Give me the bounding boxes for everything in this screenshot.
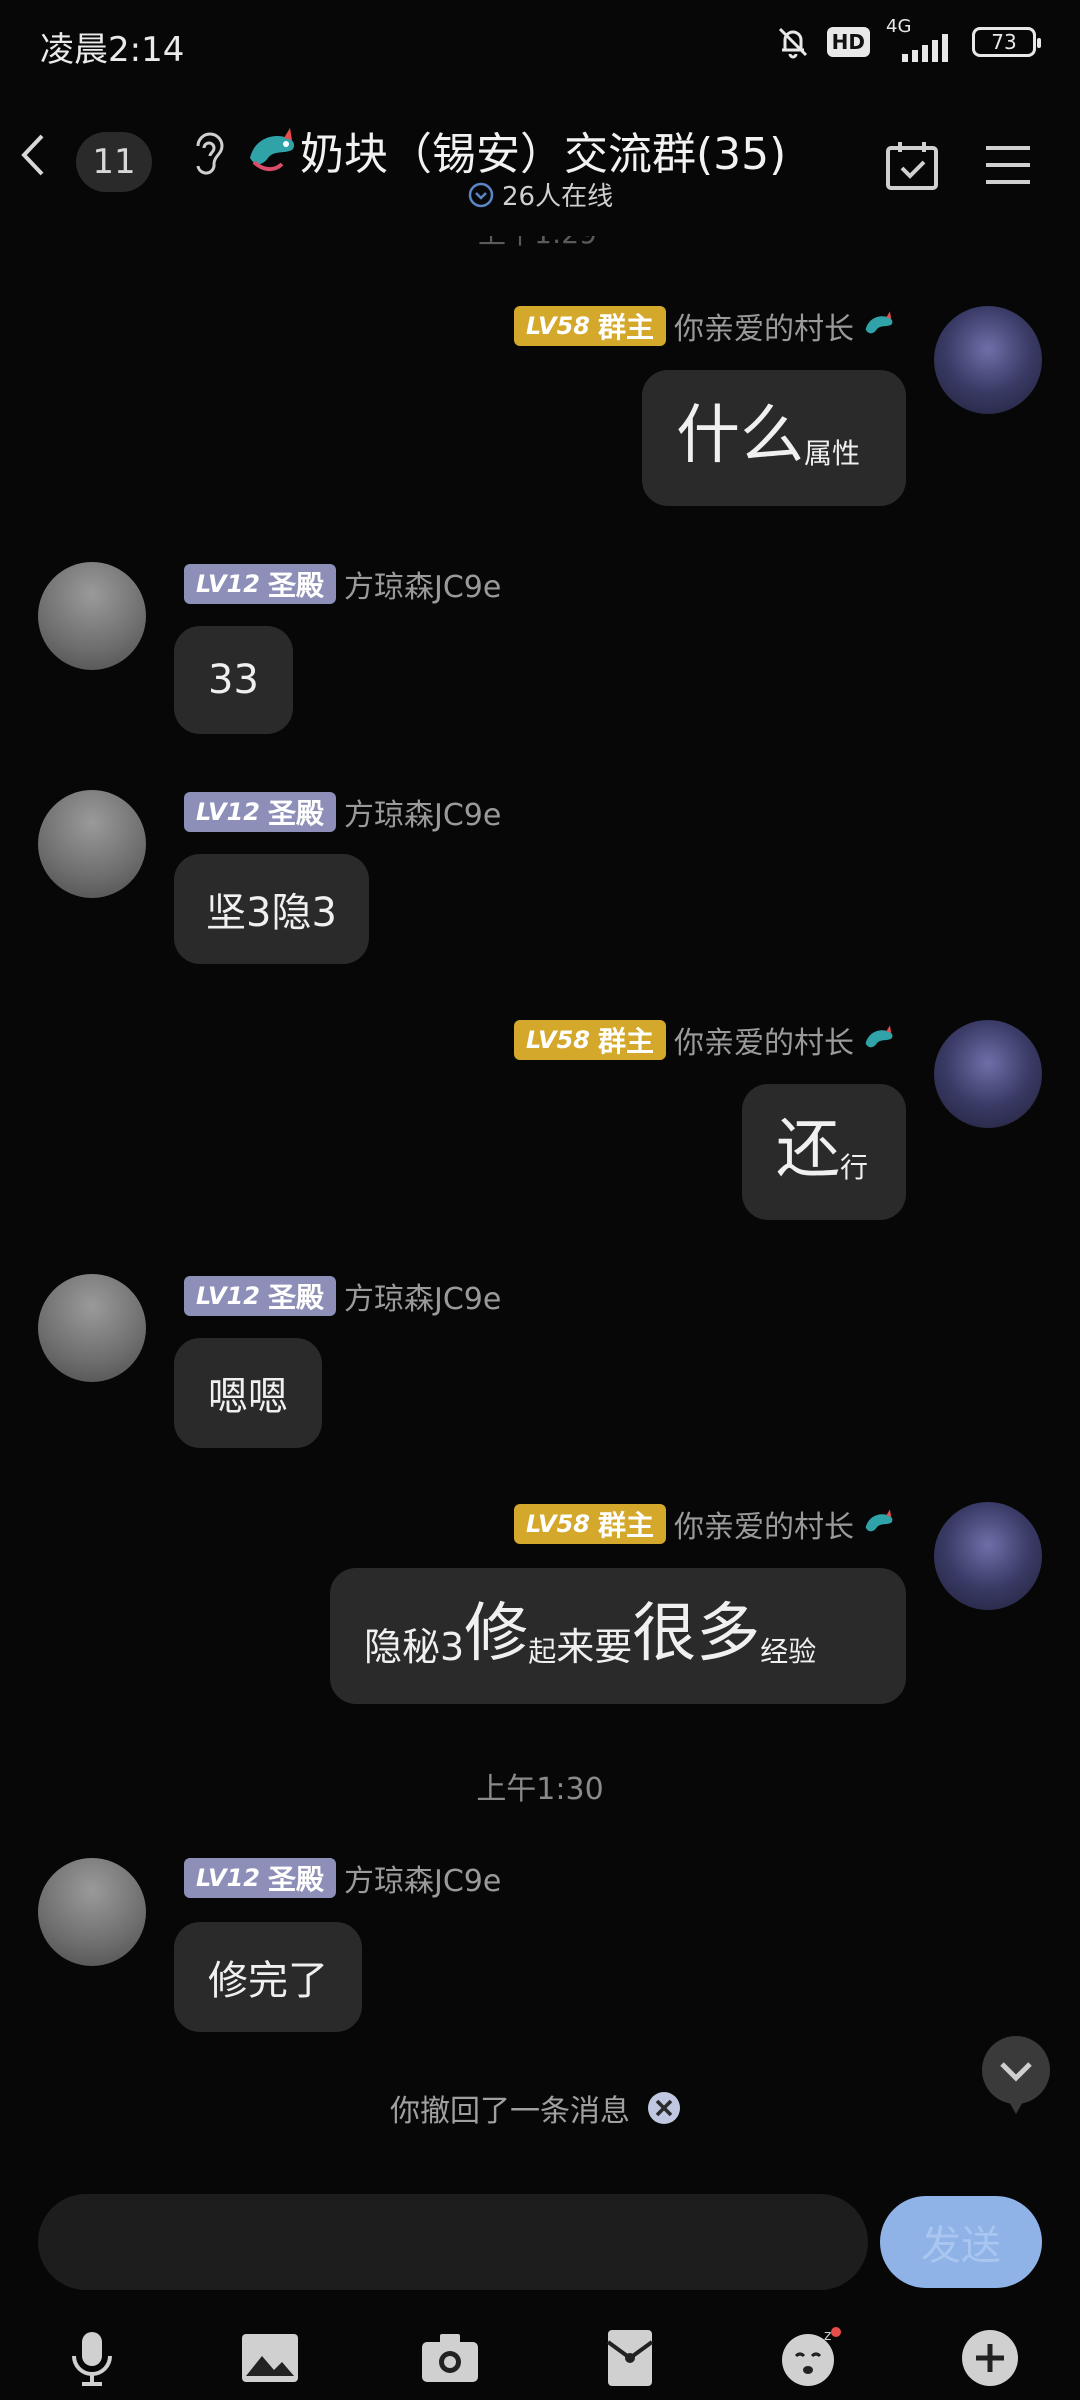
calendar-check-icon[interactable] — [884, 138, 940, 192]
menu-icon[interactable] — [980, 140, 1036, 190]
sender-row: LV12 圣殿 方琼森JC9e — [184, 1274, 501, 1318]
level-badge: LV12 圣殿 — [184, 1858, 336, 1898]
send-button[interactable]: 发送 — [880, 2196, 1042, 2288]
sender-name: 方琼森JC9e — [343, 798, 502, 833]
unread-count-badge[interactable]: 11 — [76, 132, 152, 192]
status-time: 凌晨2:14 — [40, 30, 185, 70]
status-bar: 凌晨2:14 HD 4G 73 — [0, 0, 1080, 90]
sender-row: LV12 圣殿 方琼森JC9e — [184, 1856, 501, 1900]
avatar-other[interactable] — [38, 562, 146, 670]
message-bubble[interactable]: 还行 — [742, 1084, 906, 1220]
dragon-icon — [865, 1025, 893, 1048]
dragon-icon — [865, 311, 893, 334]
recall-text: 你撤回了一条消息 — [390, 2094, 630, 2129]
level-badge: LV58 群主 — [514, 306, 666, 346]
level-badge: LV58 群主 — [514, 1504, 666, 1544]
sender-name: 你亲爱的村长 — [674, 1026, 854, 1061]
message-bubble[interactable]: 坚3隐3 — [174, 854, 369, 964]
image-icon[interactable] — [238, 2326, 302, 2390]
level-badge: LV12 圣殿 — [184, 792, 336, 832]
level-badge: LV12 圣殿 — [184, 1276, 336, 1316]
sender-name: 你亲爱的村长 — [674, 312, 854, 347]
sender-name: 方琼森JC9e — [343, 1282, 502, 1317]
chat-header: 11 奶块（锡安）交流群(35) 26人在线 — [0, 90, 1080, 230]
online-count: 26人在线 — [502, 182, 614, 212]
avatar-other[interactable] — [38, 1274, 146, 1382]
plus-icon[interactable] — [958, 2326, 1022, 2390]
back-arrow-icon[interactable] — [14, 130, 54, 180]
signal-icon: 4G — [886, 16, 956, 64]
sender-row: LV12 圣殿 方琼森JC9e — [184, 562, 501, 606]
sender-row: LV58 群主 你亲爱的村长 — [514, 1018, 896, 1062]
message-bubble[interactable]: 什么 属性 — [642, 370, 906, 506]
recall-notice: 你撤回了一条消息 — [390, 2086, 682, 2130]
sticker-icon[interactable]: z — [778, 2326, 842, 2390]
level-badge: LV58 群主 — [514, 1020, 666, 1060]
battery-level: 73 — [991, 30, 1017, 54]
message-bubble[interactable]: 隐秘3 修起来要 很多 经验 — [330, 1568, 906, 1704]
avatar-self[interactable] — [934, 306, 1042, 414]
message-bubble[interactable]: 修完了 — [174, 1922, 362, 2032]
close-circle-icon[interactable] — [646, 2090, 682, 2126]
input-toolbar: z — [0, 2300, 1080, 2400]
sender-name: 方琼森JC9e — [343, 570, 502, 605]
sender-row: LV58 群主 你亲爱的村长 — [514, 1502, 896, 1546]
dragon-icon — [865, 1509, 893, 1532]
avatar-other[interactable] — [38, 790, 146, 898]
level-badge: LV12 圣殿 — [184, 564, 336, 604]
mute-bell-icon — [778, 27, 807, 59]
mic-icon[interactable] — [60, 2326, 124, 2390]
svg-text:z: z — [824, 2328, 831, 2344]
sender-name: 你亲爱的村长 — [674, 1510, 854, 1545]
battery-icon: 73 — [972, 27, 1041, 57]
sender-name: 方琼森JC9e — [343, 1864, 502, 1899]
camera-icon[interactable] — [418, 2326, 482, 2390]
sender-row: LV12 圣殿 方琼森JC9e — [184, 790, 501, 834]
avatar-self[interactable] — [934, 1502, 1042, 1610]
dragon-icon — [250, 128, 295, 171]
time-separator: 上午1:30 — [476, 1772, 604, 1807]
status-icons: HD 4G 73 — [775, 16, 1041, 64]
group-title[interactable]: 奶块（锡安）交流群(35) — [300, 118, 786, 182]
red-packet-icon[interactable] — [598, 2326, 662, 2390]
online-status[interactable]: 26人在线 — [468, 176, 613, 213]
sender-row: LV58 群主 你亲爱的村长 — [514, 304, 896, 348]
ear-icon[interactable] — [186, 128, 226, 182]
scroll-down-icon[interactable] — [980, 2034, 1052, 2116]
message-bubble[interactable]: 33 — [174, 626, 293, 734]
message-input[interactable] — [38, 2194, 868, 2290]
avatar-other[interactable] — [38, 1858, 146, 1966]
message-bubble[interactable]: 嗯嗯 — [174, 1338, 322, 1448]
hd-icon: HD — [826, 27, 870, 57]
chevron-down-circle-icon — [468, 182, 494, 207]
avatar-self[interactable] — [934, 1020, 1042, 1128]
